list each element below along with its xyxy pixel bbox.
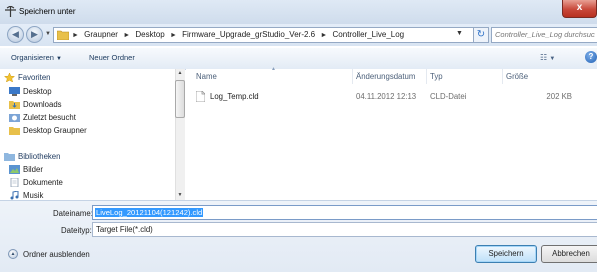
chevron-right-icon[interactable]: ► bbox=[320, 32, 327, 39]
folder-icon bbox=[57, 30, 69, 40]
chevron-down-icon: ▼ bbox=[56, 56, 62, 62]
file-icon bbox=[196, 91, 205, 102]
forward-button[interactable]: ▶ bbox=[26, 26, 43, 43]
back-arrow-icon: ◀ bbox=[12, 29, 19, 39]
refresh-icon: ↻ bbox=[476, 29, 486, 40]
nav-scrollbar-thumb[interactable] bbox=[175, 80, 185, 118]
column-divider[interactable] bbox=[426, 69, 427, 84]
chevron-right-icon: ► bbox=[72, 32, 79, 39]
help-button[interactable]: ? bbox=[585, 51, 597, 63]
file-name-cell[interactable]: Log_Temp.cld bbox=[210, 92, 259, 101]
sort-ascending-icon: ▲ bbox=[271, 66, 276, 72]
chevron-right-icon[interactable]: ► bbox=[123, 32, 130, 39]
search-input[interactable] bbox=[495, 30, 595, 39]
save-button[interactable]: Speichern bbox=[475, 245, 537, 263]
hide-folders-label: Ordner ausblenden bbox=[23, 250, 90, 259]
organize-label: Organisieren bbox=[11, 53, 54, 62]
folder-icon bbox=[9, 127, 20, 135]
breadcrumb-item-graupner[interactable]: Graupner bbox=[84, 30, 118, 39]
view-icon: ☷ bbox=[540, 53, 548, 62]
downloads-folder-icon bbox=[9, 101, 20, 109]
column-header-type[interactable]: Typ bbox=[430, 72, 443, 81]
chevron-up-icon: ▲ bbox=[8, 249, 18, 259]
filetype-select[interactable]: Target File(*.cld) bbox=[92, 222, 597, 237]
window-title: Speichern unter bbox=[19, 7, 76, 16]
history-dropdown-icon[interactable]: ▼ bbox=[45, 31, 51, 37]
chevron-right-icon[interactable]: ► bbox=[170, 32, 177, 39]
search-box[interactable] bbox=[491, 27, 597, 43]
pictures-icon bbox=[9, 165, 20, 174]
column-header-name[interactable]: Name bbox=[196, 72, 217, 81]
breadcrumb-item-controller-live-log[interactable]: Controller_Live_Log bbox=[333, 30, 405, 39]
help-icon: ? bbox=[588, 52, 594, 61]
address-dropdown-icon[interactable]: ▼ bbox=[456, 30, 463, 37]
refresh-button[interactable]: ↻ bbox=[473, 27, 489, 43]
recent-places-icon bbox=[9, 114, 20, 122]
libraries-icon bbox=[4, 153, 15, 161]
filename-value[interactable]: LiveLog_20121104(121242).cld bbox=[95, 208, 204, 217]
filename-label: Dateiname: bbox=[53, 209, 93, 218]
file-type-cell: CLD-Datei bbox=[430, 92, 467, 101]
music-icon bbox=[10, 191, 19, 200]
close-icon: x bbox=[576, 2, 583, 13]
filename-input[interactable]: LiveLog_20121104(121242).cld bbox=[92, 205, 597, 220]
column-header-size[interactable]: Größe bbox=[506, 72, 528, 81]
desktop-icon bbox=[9, 87, 20, 96]
documents-icon bbox=[10, 178, 19, 187]
file-date-cell: 04.11.2012 12:13 bbox=[356, 92, 417, 101]
star-icon bbox=[4, 73, 15, 82]
scroll-down-icon[interactable]: ▼ bbox=[176, 192, 184, 198]
address-bar[interactable]: ► Graupner ► Desktop ► Firmware_Upgrade_… bbox=[53, 27, 474, 43]
back-button[interactable]: ◀ bbox=[7, 26, 24, 43]
cancel-button[interactable]: Abbrechen bbox=[541, 245, 597, 263]
breadcrumb: ► Graupner ► Desktop ► Firmware_Upgrade_… bbox=[72, 30, 407, 39]
organize-button[interactable]: Organisieren ▼ bbox=[11, 53, 62, 62]
view-options-button[interactable]: ☷ ▼ bbox=[540, 53, 555, 62]
forward-arrow-icon: ▶ bbox=[31, 29, 38, 39]
save-dialog-icon bbox=[5, 6, 16, 17]
title-bar bbox=[0, 0, 597, 25]
filetype-label: Dateityp: bbox=[61, 226, 92, 235]
breadcrumb-item-desktop[interactable]: Desktop bbox=[135, 30, 164, 39]
breadcrumb-item-firmware[interactable]: Firmware_Upgrade_grStudio_Ver-2.6 bbox=[182, 30, 315, 39]
close-button[interactable]: x bbox=[562, 0, 597, 18]
column-divider[interactable] bbox=[502, 69, 503, 84]
column-header-date[interactable]: Änderungsdatum bbox=[356, 72, 415, 81]
chevron-down-icon: ▼ bbox=[549, 56, 556, 62]
new-folder-button[interactable]: Neuer Ordner bbox=[89, 53, 135, 62]
scroll-up-icon[interactable]: ▲ bbox=[176, 70, 184, 76]
filetype-value: Target File(*.cld) bbox=[96, 225, 153, 234]
navigation-pane: Favoriten Desktop Downloads Zuletzt besu… bbox=[0, 69, 175, 200]
file-size-cell: 202 KB bbox=[546, 92, 572, 101]
column-divider[interactable] bbox=[352, 69, 353, 84]
